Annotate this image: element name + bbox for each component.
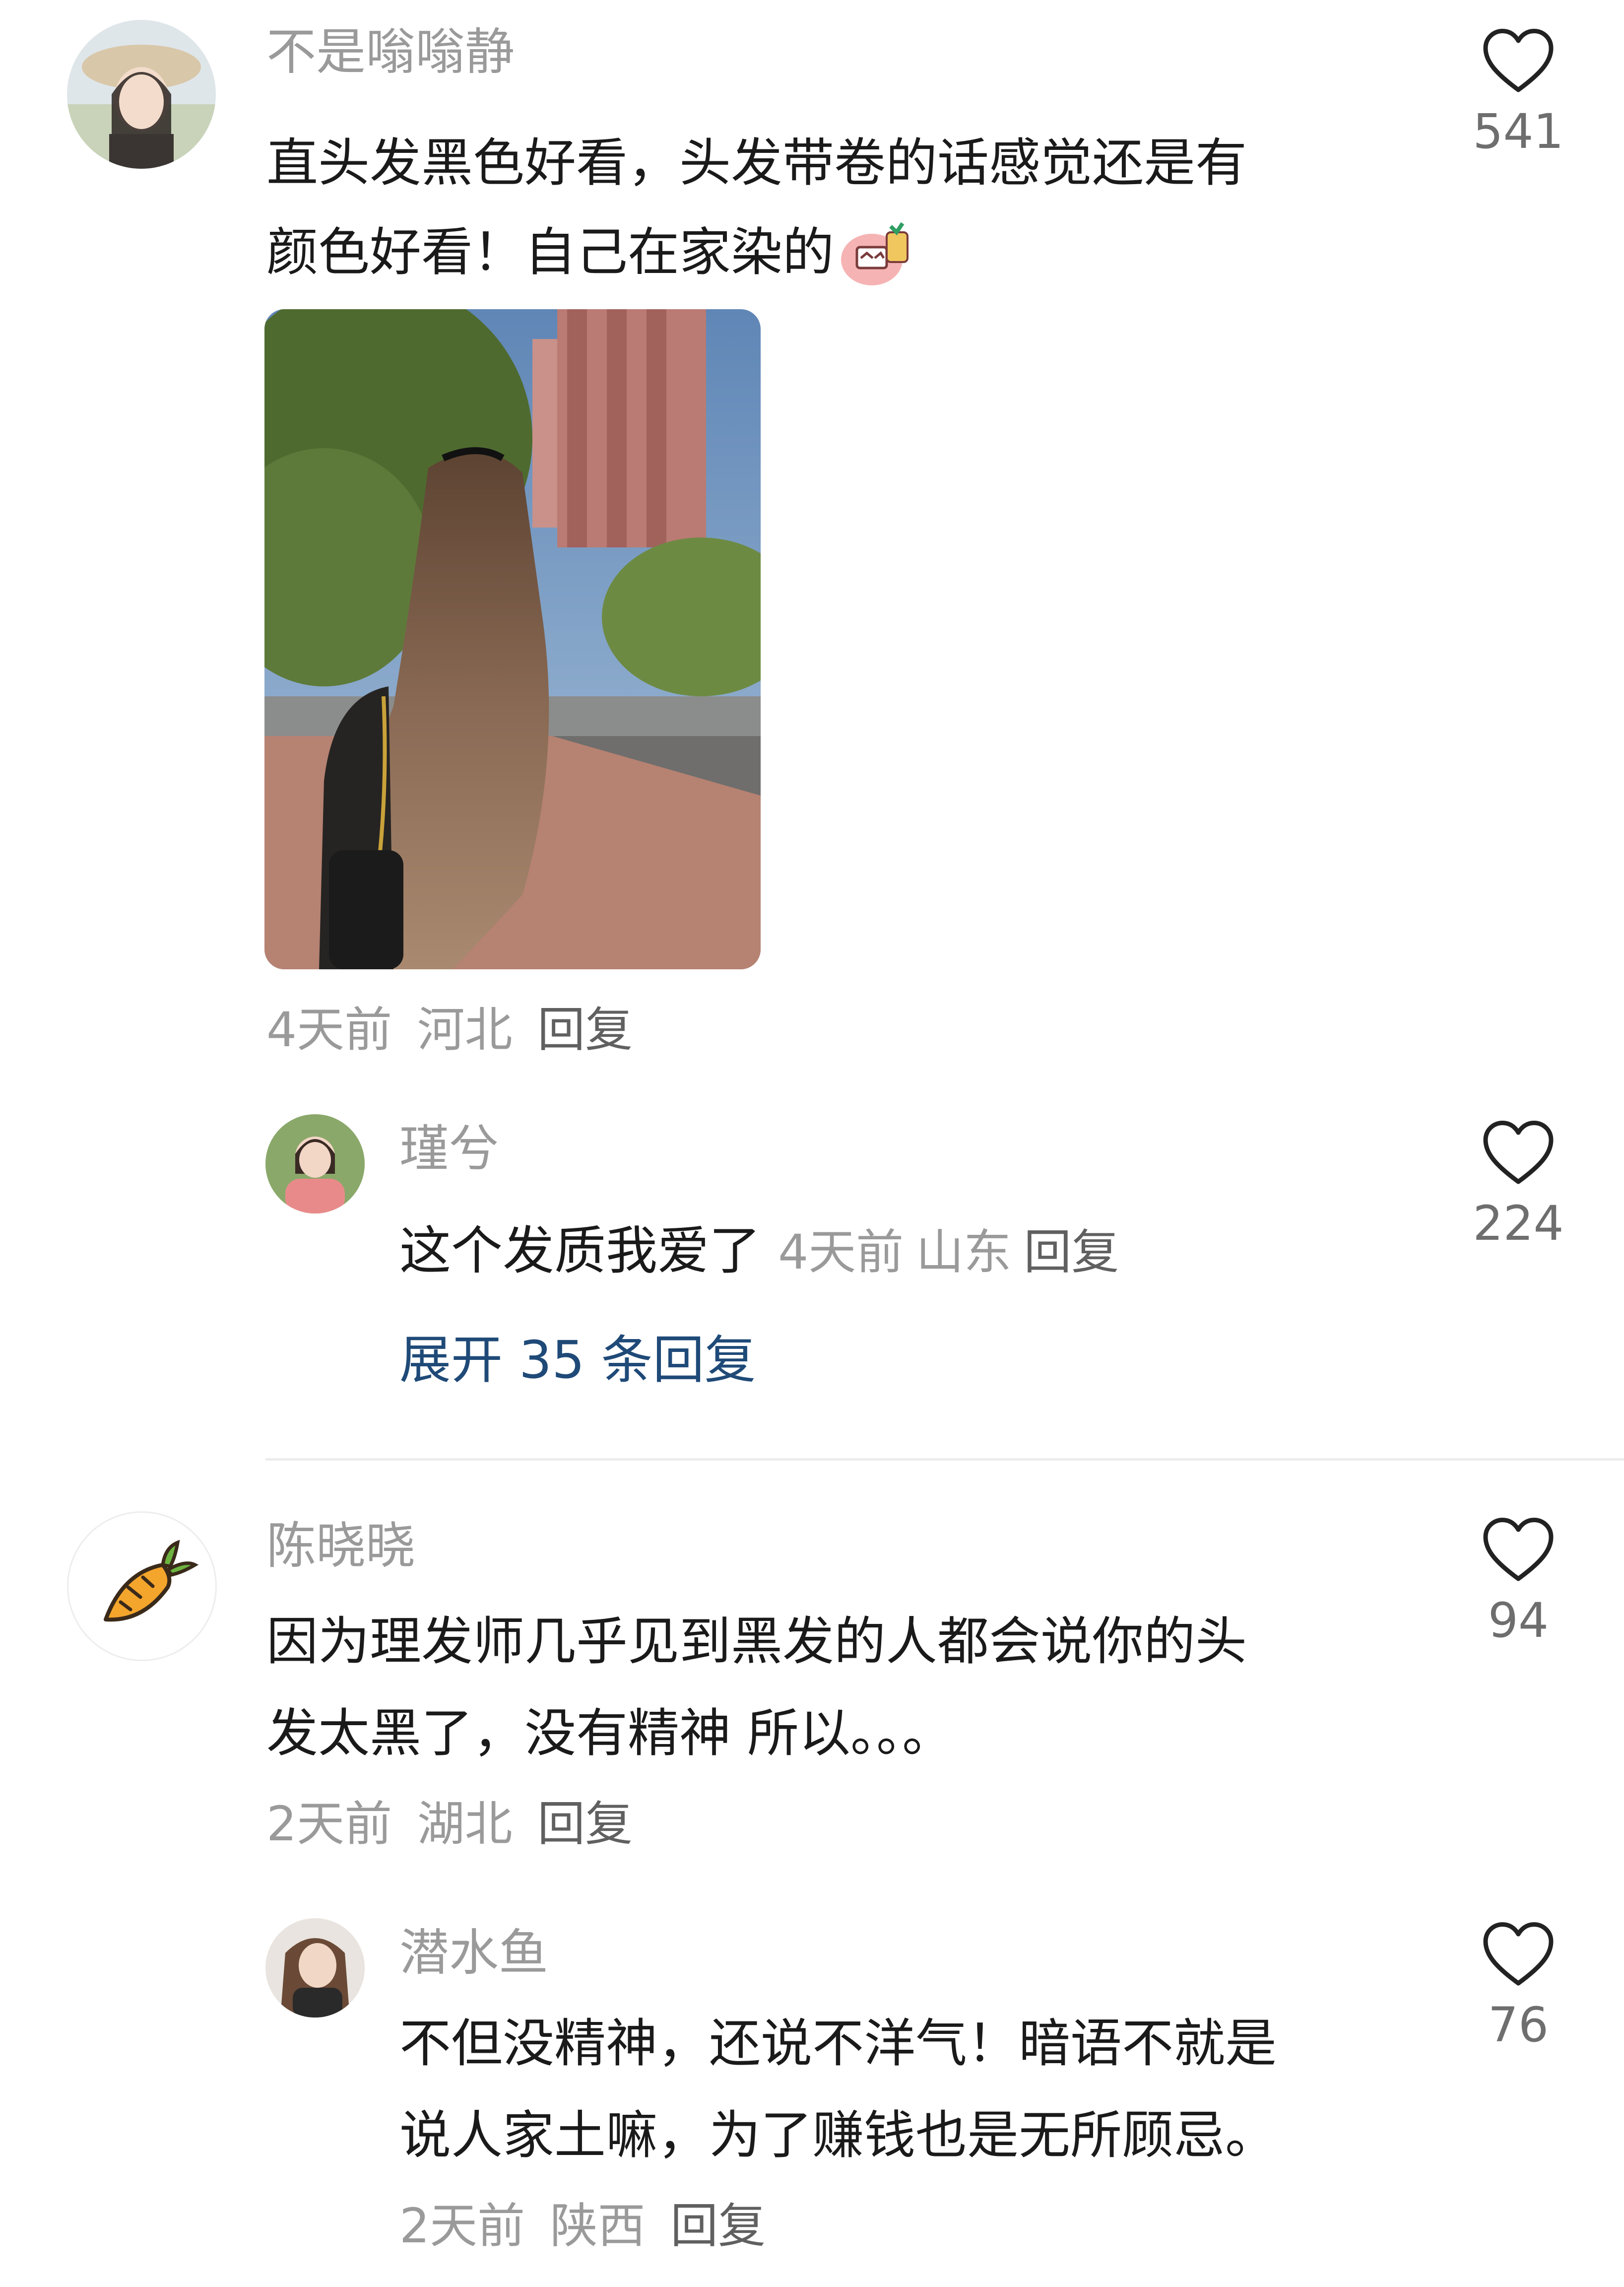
like-count: 541 — [1473, 104, 1564, 159]
comment-location: 湖北 — [417, 1796, 513, 1852]
comment-username[interactable]: 陈晓晓 — [266, 1514, 415, 1578]
divider — [265, 1458, 1624, 1461]
comment-time: 4天前 — [266, 1002, 392, 1058]
carrot-icon — [104, 1540, 199, 1622]
heart-icon[interactable] — [1481, 1921, 1556, 1988]
like-group[interactable]: 94 — [1469, 1516, 1568, 1653]
reply-avatar[interactable] — [265, 1114, 365, 1213]
comment-text: 因为理发师几乎见到黑发的人都会说你的头 发太黑了，没有精神 所以。。。 — [266, 1596, 1457, 1779]
comment-meta: 2天前 湖北 回复 — [266, 1792, 633, 1856]
reply-meta: 2天前 陕西 回复 — [399, 2194, 766, 2258]
heart-icon[interactable] — [1481, 1516, 1556, 1583]
reply-location: 陕西 — [550, 2198, 646, 2254]
comment-text-line: 颜色好看！自己在家染的 — [266, 222, 835, 282]
reply-text-line: 说人家土嘛，为了赚钱也是无所顾忌。 — [399, 2105, 1277, 2165]
user-photo-avatar — [265, 1114, 365, 1213]
comment-username[interactable]: 不是嗡嗡静 — [266, 20, 515, 84]
comment-location: 河北 — [417, 1002, 513, 1058]
comment-text-line: 发太黑了，没有精神 所以。。。 — [266, 1703, 954, 1763]
heart-icon[interactable] — [1481, 27, 1556, 94]
reply-username[interactable]: 潜水鱼 — [399, 1921, 548, 1985]
user-photo-avatar — [67, 20, 216, 169]
like-count: 224 — [1473, 1196, 1564, 1251]
like-group[interactable]: 224 — [1469, 1119, 1568, 1256]
comment-image[interactable] — [264, 309, 761, 969]
reply-avatar[interactable] — [265, 1918, 365, 2018]
reply-button[interactable]: 回复 — [537, 1796, 633, 1852]
heart-icon[interactable] — [1481, 1119, 1556, 1186]
avatar[interactable] — [67, 1511, 217, 1661]
reply-text-line: 不但没精神，还说不洋气！暗语不就是 — [399, 2013, 1277, 2074]
reply-button[interactable]: 回复 — [537, 1002, 633, 1058]
comment-text-line: 因为理发师几乎见到黑发的人都会说你的头 — [266, 1611, 1247, 1672]
hair-photo — [264, 309, 761, 969]
comment-meta: 4天前 河北 回复 — [266, 998, 633, 1062]
reply-text: 这个发质我爱了 — [399, 1220, 761, 1281]
comment-text: 直头发黑色好看，头发带卷的话感觉还是有 颜色好看！自己在家染的 — [266, 118, 1457, 297]
comment-text-line: 直头发黑色好看，头发带卷的话感觉还是有 — [266, 133, 1247, 193]
comment-time: 2天前 — [266, 1796, 392, 1852]
like-group[interactable]: 76 — [1469, 1921, 1568, 2057]
reply-location: 山东 — [916, 1224, 1012, 1280]
reply-time: 2天前 — [399, 2198, 525, 2254]
like-count: 94 — [1488, 1593, 1549, 1648]
reply-row: 这个发质我爱了 4天前 山东 回复 — [399, 1209, 1119, 1283]
expand-replies-link[interactable]: 展开 35 条回复 — [399, 1325, 756, 1395]
reply-button[interactable]: 回复 — [670, 2198, 766, 2254]
reply-button[interactable]: 回复 — [1024, 1224, 1119, 1280]
reply-time: 4天前 — [778, 1224, 904, 1280]
avatar[interactable] — [67, 20, 216, 169]
user-photo-avatar — [265, 1918, 365, 2018]
like-group[interactable]: 541 — [1469, 27, 1568, 164]
sticker-emoji-icon — [837, 212, 916, 292]
reply-username[interactable]: 瑾兮 — [399, 1117, 499, 1181]
reply-text: 不但没精神，还说不洋气！暗语不就是 说人家土嘛，为了赚钱也是无所顾忌。 — [399, 1998, 1441, 2181]
like-count: 76 — [1488, 1997, 1549, 2053]
